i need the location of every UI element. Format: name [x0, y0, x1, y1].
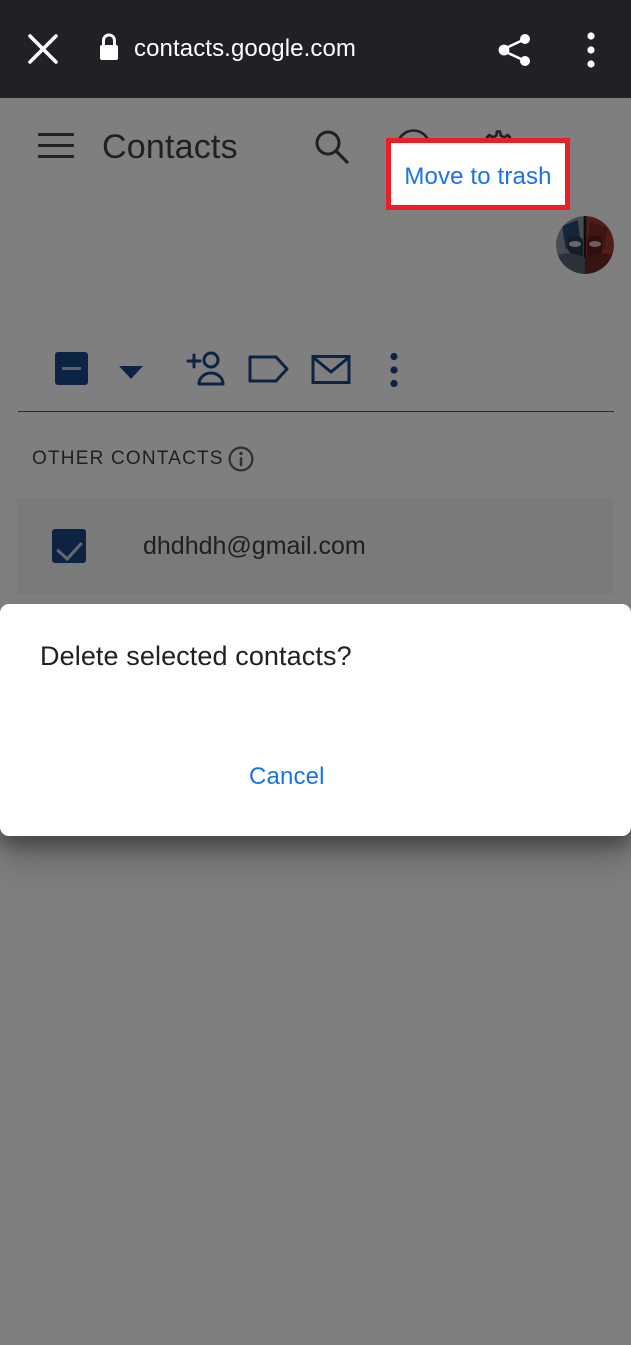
search-icon[interactable]	[313, 128, 351, 166]
lock-icon	[96, 30, 122, 66]
page-title: Contacts	[102, 128, 238, 166]
move-to-trash-label: Move to trash	[404, 163, 552, 190]
browser-top-bar: contacts.google.com	[0, 0, 631, 98]
move-to-trash-button[interactable]: Move to trash	[386, 138, 570, 210]
envelope-icon[interactable]	[311, 354, 351, 385]
toolbar-divider	[18, 411, 614, 412]
contact-list-item[interactable]: dhdhdh@gmail.com	[17, 498, 613, 594]
url-text[interactable]: contacts.google.com	[134, 32, 356, 66]
info-circle-icon[interactable]	[228, 446, 254, 472]
toolbar-more-vert-icon[interactable]	[385, 352, 403, 388]
cancel-button[interactable]: Cancel	[249, 760, 325, 794]
dialog-action-row: Cancel	[0, 746, 631, 816]
person-add-icon[interactable]	[186, 350, 226, 388]
hamburger-menu-icon[interactable]	[38, 133, 74, 159]
contact-email-label: dhdhdh@gmail.com	[143, 532, 366, 560]
browser-more-vert-icon[interactable]	[578, 30, 604, 70]
section-header-label: OTHER CONTACTS	[32, 448, 224, 469]
label-tag-icon[interactable]	[248, 354, 290, 384]
selection-toolbar	[0, 342, 631, 412]
user-avatar[interactable]	[556, 216, 614, 274]
page-below-dialog	[0, 836, 631, 1345]
dialog-title: Delete selected contacts?	[40, 641, 352, 671]
chevron-down-icon[interactable]	[118, 364, 144, 380]
share-icon[interactable]	[495, 30, 535, 70]
close-icon[interactable]	[26, 32, 60, 66]
select-all-checkbox-indeterminate-icon[interactable]	[55, 352, 88, 385]
contact-checkbox-checked-icon[interactable]	[52, 529, 86, 563]
delete-confirmation-dialog: Delete selected contacts? Cancel	[0, 604, 631, 836]
